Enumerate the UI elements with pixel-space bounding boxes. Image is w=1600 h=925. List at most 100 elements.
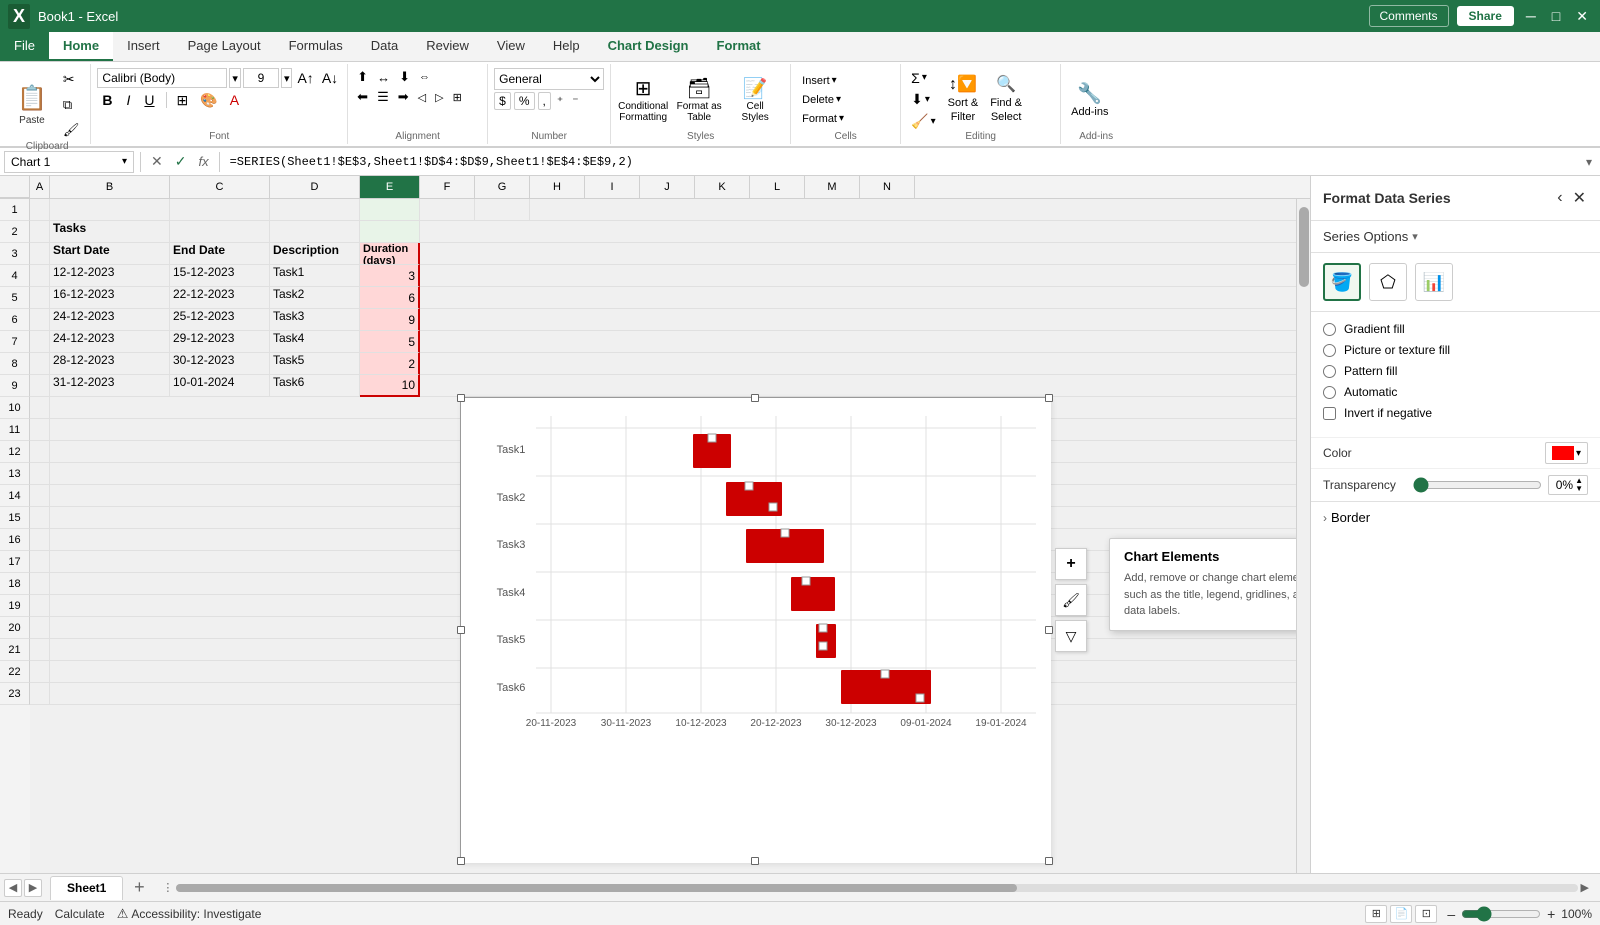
- cell-rest4[interactable]: [420, 265, 1296, 287]
- cut-button[interactable]: ✂: [58, 68, 85, 91]
- cell-rest8[interactable]: [420, 353, 1296, 375]
- col-header-i[interactable]: I: [585, 176, 640, 198]
- col-header-e[interactable]: E: [360, 176, 420, 198]
- tab-review[interactable]: Review: [412, 32, 483, 61]
- increase-font-button[interactable]: A↑: [294, 69, 316, 87]
- percent-button[interactable]: %: [514, 92, 535, 110]
- page-layout-view-button[interactable]: 📄: [1390, 905, 1412, 923]
- fill-automatic-radio[interactable]: [1323, 386, 1336, 399]
- close-icon[interactable]: ✕: [1572, 8, 1592, 25]
- cell-g1[interactable]: [475, 199, 530, 221]
- cell-a7[interactable]: [30, 331, 50, 353]
- row-header-5[interactable]: 5: [0, 287, 30, 309]
- fill-picture-radio[interactable]: [1323, 344, 1336, 357]
- underline-button[interactable]: U: [139, 90, 159, 110]
- align-bottom-button[interactable]: ⬇: [396, 68, 413, 86]
- wrap-text-button[interactable]: ⇔: [416, 70, 433, 84]
- sheet-tab-sheet1[interactable]: Sheet1: [50, 876, 123, 900]
- cell-e5[interactable]: 6: [360, 287, 420, 309]
- cell-e3[interactable]: Duration (days): [360, 243, 420, 265]
- series-pentagon-icon-button[interactable]: ⬠: [1369, 263, 1407, 301]
- indent-decrease-button[interactable]: ◁: [415, 90, 429, 105]
- share-button[interactable]: Share: [1457, 6, 1514, 26]
- insert-function-button[interactable]: fx: [194, 154, 212, 169]
- autosum-button[interactable]: Σ▾: [907, 69, 939, 87]
- border-button[interactable]: ⊞: [173, 91, 193, 110]
- row-header-6[interactable]: 6: [0, 309, 30, 331]
- col-header-c[interactable]: C: [170, 176, 270, 198]
- col-header-g[interactable]: G: [475, 176, 530, 198]
- col-header-d[interactable]: D: [270, 176, 360, 198]
- row-header-10[interactable]: 10: [0, 397, 30, 419]
- scroll-right-button[interactable]: ▶: [1578, 881, 1592, 894]
- fill-color-button[interactable]: 🎨: [196, 91, 221, 110]
- cell-b7[interactable]: 24-12-2023: [50, 331, 170, 353]
- cell-d3[interactable]: Description: [270, 243, 360, 265]
- row-header-9[interactable]: 9: [0, 375, 30, 397]
- h-scrollbar-track[interactable]: [176, 884, 1577, 892]
- tab-formulas[interactable]: Formulas: [275, 32, 357, 61]
- chart-handle-br[interactable]: [1045, 857, 1053, 865]
- comma-button[interactable]: ,: [538, 92, 551, 110]
- row-header-1[interactable]: 1: [0, 199, 30, 221]
- align-right-button[interactable]: ➡: [395, 88, 412, 106]
- series-fill-icon-button[interactable]: 🪣: [1323, 263, 1361, 301]
- cell-rest1[interactable]: [530, 199, 1296, 221]
- cell-c1[interactable]: [170, 199, 270, 221]
- tab-insert[interactable]: Insert: [113, 32, 174, 61]
- cell-c9[interactable]: 10-01-2024: [170, 375, 270, 397]
- color-picker-button[interactable]: ▾: [1545, 442, 1588, 464]
- sheet-next-button[interactable]: ▶: [24, 879, 42, 897]
- cell-c7[interactable]: 29-12-2023: [170, 331, 270, 353]
- cell-d7[interactable]: Task4: [270, 331, 360, 353]
- align-left-button[interactable]: ⬅: [354, 88, 371, 106]
- sheet-prev-button[interactable]: ◀: [4, 879, 22, 897]
- cell-rest6[interactable]: [420, 309, 1296, 331]
- conditional-formatting-button[interactable]: ⊞ ConditionalFormatting: [617, 76, 669, 123]
- row-header-11[interactable]: 11: [0, 419, 30, 441]
- transparency-down-arrow[interactable]: ▼: [1575, 485, 1583, 493]
- chart-handle-tl[interactable]: [457, 394, 465, 402]
- align-center-button[interactable]: ☰: [374, 88, 392, 106]
- paste-button[interactable]: 📋 Paste: [10, 77, 54, 133]
- fill-option-gradient[interactable]: Gradient fill: [1323, 322, 1588, 336]
- cell-rest2[interactable]: [420, 221, 1296, 243]
- fill-option-pattern[interactable]: Pattern fill: [1323, 364, 1588, 378]
- invert-checkbox[interactable]: [1323, 407, 1336, 420]
- cell-b4[interactable]: 12-12-2023: [50, 265, 170, 287]
- chart-styles-button[interactable]: 🖌: [1055, 584, 1087, 616]
- row-header-2[interactable]: 2: [0, 221, 30, 243]
- tab-format[interactable]: Format: [703, 32, 775, 61]
- col-header-m[interactable]: M: [805, 176, 860, 198]
- cell-a9[interactable]: [30, 375, 50, 397]
- row-header-17[interactable]: 17: [0, 551, 30, 573]
- row-header-14[interactable]: 14: [0, 485, 30, 507]
- fill-button[interactable]: ⬇▾: [907, 90, 939, 109]
- chart-handle-bl[interactable]: [457, 857, 465, 865]
- delete-cells-button[interactable]: Delete▾: [797, 92, 849, 108]
- cell-e9[interactable]: 10: [360, 375, 420, 397]
- color-dropdown-arrow[interactable]: ▾: [1576, 448, 1581, 459]
- cell-e6[interactable]: 9: [360, 309, 420, 331]
- h-scrollbar-thumb[interactable]: [176, 884, 1017, 892]
- tab-view[interactable]: View: [483, 32, 539, 61]
- cell-c3[interactable]: End Date: [170, 243, 270, 265]
- cell-a1[interactable]: [30, 199, 50, 221]
- row-header-20[interactable]: 20: [0, 617, 30, 639]
- chart-area[interactable]: Task1 Task2 Task3 Task4 Task5 Task6 20-1…: [460, 397, 1050, 862]
- col-header-j[interactable]: J: [640, 176, 695, 198]
- col-header-n[interactable]: N: [860, 176, 915, 198]
- cell-b6[interactable]: 24-12-2023: [50, 309, 170, 331]
- font-size-dropdown[interactable]: ▾: [281, 68, 293, 88]
- cell-e1[interactable]: [360, 199, 420, 221]
- row-header-7[interactable]: 7: [0, 331, 30, 353]
- series-options-header[interactable]: Series Options ▾: [1311, 221, 1600, 253]
- merge-button[interactable]: ⊞: [450, 90, 465, 105]
- italic-button[interactable]: I: [122, 90, 136, 110]
- row-header-21[interactable]: 21: [0, 639, 30, 661]
- chart-handle-tm[interactable]: [751, 394, 759, 402]
- cell-d5[interactable]: Task2: [270, 287, 360, 309]
- chart-handle-mr[interactable]: [1045, 626, 1053, 634]
- add-sheet-button[interactable]: +: [127, 876, 151, 900]
- cell-b5[interactable]: 16-12-2023: [50, 287, 170, 309]
